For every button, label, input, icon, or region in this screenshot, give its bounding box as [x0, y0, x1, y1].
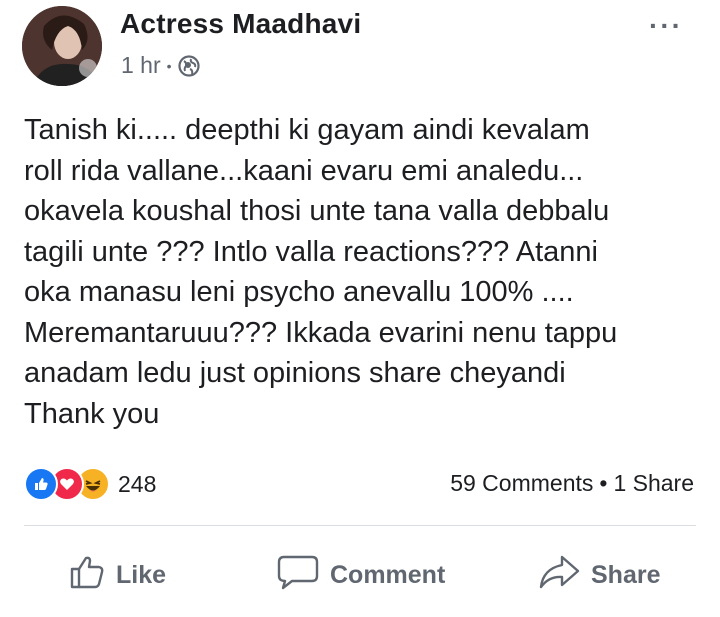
- avatar-photo: [22, 6, 102, 86]
- like-label: Like: [116, 560, 167, 589]
- reactions-summary[interactable]: 248: [24, 467, 156, 501]
- post-line: anadam ledu just opinions share cheyandi: [24, 357, 566, 389]
- post-time[interactable]: 1 hr: [121, 52, 161, 79]
- post-meta: 1 hr •: [121, 52, 200, 79]
- like-button[interactable]: Like: [68, 545, 166, 605]
- post-line: Tanish ki..... deepthi ki gayam aindi ke…: [24, 114, 590, 146]
- action-bar: Like Comment Share: [0, 545, 720, 605]
- thumbs-up-icon: [68, 553, 106, 598]
- comment-bubble-icon: [276, 553, 320, 598]
- post-line: Meremantaruuu??? Ikkada evarini nenu tap…: [24, 316, 618, 349]
- like-reaction-icon: [24, 467, 58, 501]
- comment-button[interactable]: Comment: [276, 545, 445, 605]
- post-stats: 59 Comments • 1 Share: [450, 470, 694, 497]
- share-arrow-icon: [537, 553, 581, 598]
- post-line: tagili unte ??? Intlo valla reactions???…: [24, 235, 598, 268]
- post-line: okavela koushal thosi unte tana valla de…: [24, 195, 610, 227]
- shares-count[interactable]: 1 Share: [613, 470, 694, 497]
- stats-separator: •: [599, 470, 608, 496]
- author-name[interactable]: Actress Maadhavi: [120, 8, 361, 40]
- share-label: Share: [591, 560, 661, 589]
- post-line: Thank you: [24, 397, 160, 430]
- more-options-icon[interactable]: ···: [649, 10, 683, 42]
- meta-separator: •: [166, 57, 172, 74]
- divider: [24, 525, 696, 526]
- comment-label: Comment: [330, 560, 446, 589]
- post-line: oka manasu leni psycho anevallu 100% ...…: [24, 276, 574, 308]
- share-button[interactable]: Share: [537, 545, 660, 605]
- post-line: roll rida vallane...kaani evaru emi anal…: [24, 154, 584, 187]
- reaction-count: 248: [118, 470, 157, 497]
- author-avatar[interactable]: [22, 6, 102, 86]
- globe-icon: [177, 54, 200, 77]
- comments-count[interactable]: 59 Comments: [450, 470, 593, 497]
- post-text: Tanish ki..... deepthi ki gayam aindi ke…: [24, 110, 684, 434]
